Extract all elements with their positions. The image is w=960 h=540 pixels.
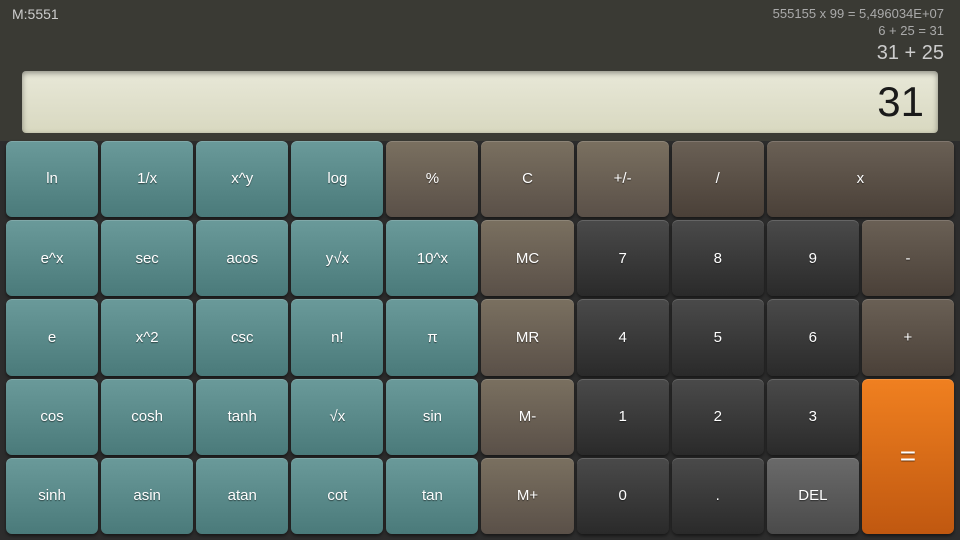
negate-button[interactable]: +/-: [577, 141, 669, 217]
yroot-button[interactable]: y√x: [291, 220, 383, 296]
display-value: 31: [877, 78, 924, 126]
eight-button[interactable]: 8: [672, 220, 764, 296]
four-button[interactable]: 4: [577, 299, 669, 375]
two-button[interactable]: 2: [672, 379, 764, 455]
cos-button[interactable]: cos: [6, 379, 98, 455]
display-area: M:5551 555155 x 99 = 5,496034E+07 6 + 25…: [0, 0, 960, 141]
equals-button[interactable]: =: [862, 379, 954, 535]
six-button[interactable]: 6: [767, 299, 859, 375]
multiply-button[interactable]: x: [767, 141, 954, 217]
decimal-button[interactable]: .: [672, 458, 764, 534]
calculator: M:5551 555155 x 99 = 5,496034E+07 6 + 25…: [0, 0, 960, 540]
history-line-1: 555155 x 99 = 5,496034E+07: [12, 6, 944, 23]
csc-button[interactable]: csc: [196, 299, 288, 375]
expression-line: 31 + 25: [12, 42, 948, 65]
cot-button[interactable]: cot: [291, 458, 383, 534]
divide-button[interactable]: /: [672, 141, 764, 217]
mminus-button[interactable]: M-: [481, 379, 573, 455]
epowx-button[interactable]: e^x: [6, 220, 98, 296]
history-area: 555155 x 99 = 5,496034E+07 6 + 25 = 31: [12, 6, 948, 40]
percent-button[interactable]: %: [386, 141, 478, 217]
del-button[interactable]: DEL: [767, 458, 859, 534]
button-grid: ln 1/x x^y log % C +/- / x e^x sec acos …: [0, 141, 960, 540]
tanh-button[interactable]: tanh: [196, 379, 288, 455]
three-button[interactable]: 3: [767, 379, 859, 455]
sec-button[interactable]: sec: [101, 220, 193, 296]
factorial-button[interactable]: n!: [291, 299, 383, 375]
minus-button[interactable]: -: [862, 220, 954, 296]
mplus-button[interactable]: M+: [481, 458, 573, 534]
reciprocal-button[interactable]: 1/x: [101, 141, 193, 217]
sin-button[interactable]: sin: [386, 379, 478, 455]
e-button[interactable]: e: [6, 299, 98, 375]
history-line-2: 6 + 25 = 31: [12, 23, 944, 40]
log-button[interactable]: log: [291, 141, 383, 217]
seven-button[interactable]: 7: [577, 220, 669, 296]
pi-button[interactable]: π: [386, 299, 478, 375]
zero-button[interactable]: 0: [577, 458, 669, 534]
plus-button[interactable]: +: [862, 299, 954, 375]
asin-button[interactable]: asin: [101, 458, 193, 534]
one-button[interactable]: 1: [577, 379, 669, 455]
ln-button[interactable]: ln: [6, 141, 98, 217]
main-display: 31: [22, 71, 938, 133]
clear-button[interactable]: C: [481, 141, 573, 217]
mr-button[interactable]: MR: [481, 299, 573, 375]
sqrt-button[interactable]: √x: [291, 379, 383, 455]
xpowy-button[interactable]: x^y: [196, 141, 288, 217]
mc-button[interactable]: MC: [481, 220, 573, 296]
cosh-button[interactable]: cosh: [101, 379, 193, 455]
memory-indicator: M:5551: [12, 6, 59, 22]
tan-button[interactable]: tan: [386, 458, 478, 534]
sinh-button[interactable]: sinh: [6, 458, 98, 534]
nine-button[interactable]: 9: [767, 220, 859, 296]
acos-button[interactable]: acos: [196, 220, 288, 296]
xsq-button[interactable]: x^2: [101, 299, 193, 375]
five-button[interactable]: 5: [672, 299, 764, 375]
atan-button[interactable]: atan: [196, 458, 288, 534]
tenpowx-button[interactable]: 10^x: [386, 220, 478, 296]
